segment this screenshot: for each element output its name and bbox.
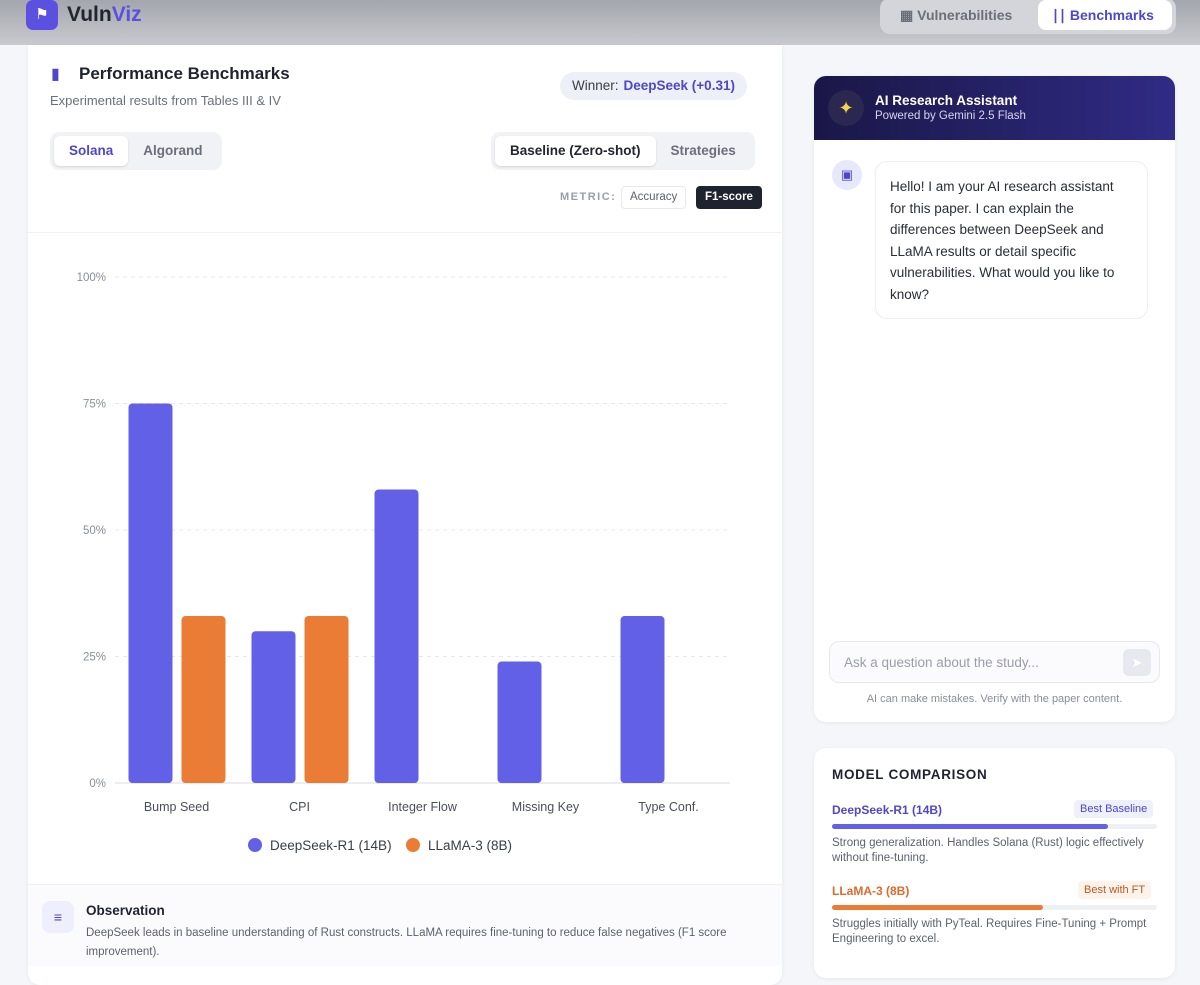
score-track — [832, 824, 1157, 829]
assistant-message: Hello! I am your AI research assistant f… — [875, 161, 1148, 319]
legend-deepseek: DeepSeek-R1 (14B) — [248, 838, 392, 853]
bar-deepseek — [251, 631, 296, 783]
bar-chart-icon: ∣∣ — [1052, 7, 1066, 23]
score-bar-deepseek — [832, 824, 1109, 829]
comparison-title: MODEL COMPARISON — [832, 767, 988, 782]
model-desc-deepseek: Strong generalization. Handles Solana (R… — [832, 837, 1144, 864]
y-tick-label: 0% — [89, 778, 106, 790]
assistant-subtitle: Powered by Gemini 2.5 Flash — [875, 110, 1026, 122]
sparkles-icon: ✦ — [828, 90, 864, 126]
y-tick-label: 25% — [83, 652, 106, 664]
bar-deepseek — [128, 403, 173, 783]
main-nav: ▦ Vulnerabilities ∣∣ Benchmarks — [880, 0, 1176, 34]
assistant-title: AI Research Assistant — [875, 93, 1018, 108]
nav-label: Benchmarks — [1069, 7, 1154, 23]
x-tick-label: CPI — [289, 800, 310, 814]
badge-best-baseline: Best Baseline — [1074, 800, 1154, 818]
legend-label: LLaMA-3 (8B) — [428, 838, 513, 853]
model-name-deepseek: DeepSeek-R1 (14B) — [832, 803, 943, 817]
bar-llama — [304, 616, 349, 783]
grid-icon: ▦ — [900, 7, 914, 23]
x-tick-label: Type Conf. — [638, 800, 698, 814]
legend-swatch — [406, 838, 420, 852]
score-track — [832, 905, 1157, 910]
assistant-header: ✦ AI Research Assistant Powered by Gemin… — [814, 76, 1175, 140]
score-bar-llama — [832, 905, 1044, 910]
question-placeholder: Ask a question about the study... — [844, 655, 1039, 670]
observation-title: Observation — [86, 903, 165, 918]
legend-swatch — [248, 838, 262, 852]
x-tick-label: Bump Seed — [144, 800, 209, 814]
nav-vulnerabilities[interactable]: ▦ Vulnerabilities — [886, 0, 1026, 30]
x-tick-label: Missing Key — [512, 800, 580, 814]
y-tick-label: 50% — [83, 525, 106, 537]
question-input[interactable]: Ask a question about the study... ➤ — [829, 641, 1160, 683]
bar-deepseek — [374, 489, 419, 783]
x-tick-label: Integer Flow — [388, 800, 458, 814]
bot-icon: ▣ — [832, 160, 862, 190]
observation-text: DeepSeek leads in baseline understanding… — [86, 927, 727, 958]
send-icon[interactable]: ➤ — [1123, 649, 1151, 676]
y-tick-label: 100% — [77, 272, 106, 284]
nav-label: Vulnerabilities — [917, 7, 1013, 23]
nav-benchmarks[interactable]: ∣∣ Benchmarks — [1038, 0, 1172, 30]
bar-chart: 0% 25% 50% 75% 100% Bump Seed CPI Integer Flow M… — [77, 272, 730, 814]
model-desc-llama: Struggles initially with PyTeal. Require… — [832, 918, 1147, 945]
bar-llama — [181, 616, 226, 783]
bar-deepseek — [497, 661, 542, 783]
disclaimer: AI can make mistakes. Verify with the pa… — [866, 693, 1123, 705]
sliders-icon: ≡ — [42, 901, 74, 933]
y-tick-label: 75% — [83, 399, 106, 411]
legend-label: DeepSeek-R1 (14B) — [270, 838, 392, 853]
badge-best-ft: Best with FT — [1078, 881, 1152, 899]
observation-box: ≡ Observation DeepSeek leads in baseline… — [28, 884, 782, 966]
legend-llama: LLaMA-3 (8B) — [406, 838, 512, 853]
model-name-llama: LLaMA-3 (8B) — [832, 884, 910, 898]
bar-deepseek — [620, 616, 665, 783]
